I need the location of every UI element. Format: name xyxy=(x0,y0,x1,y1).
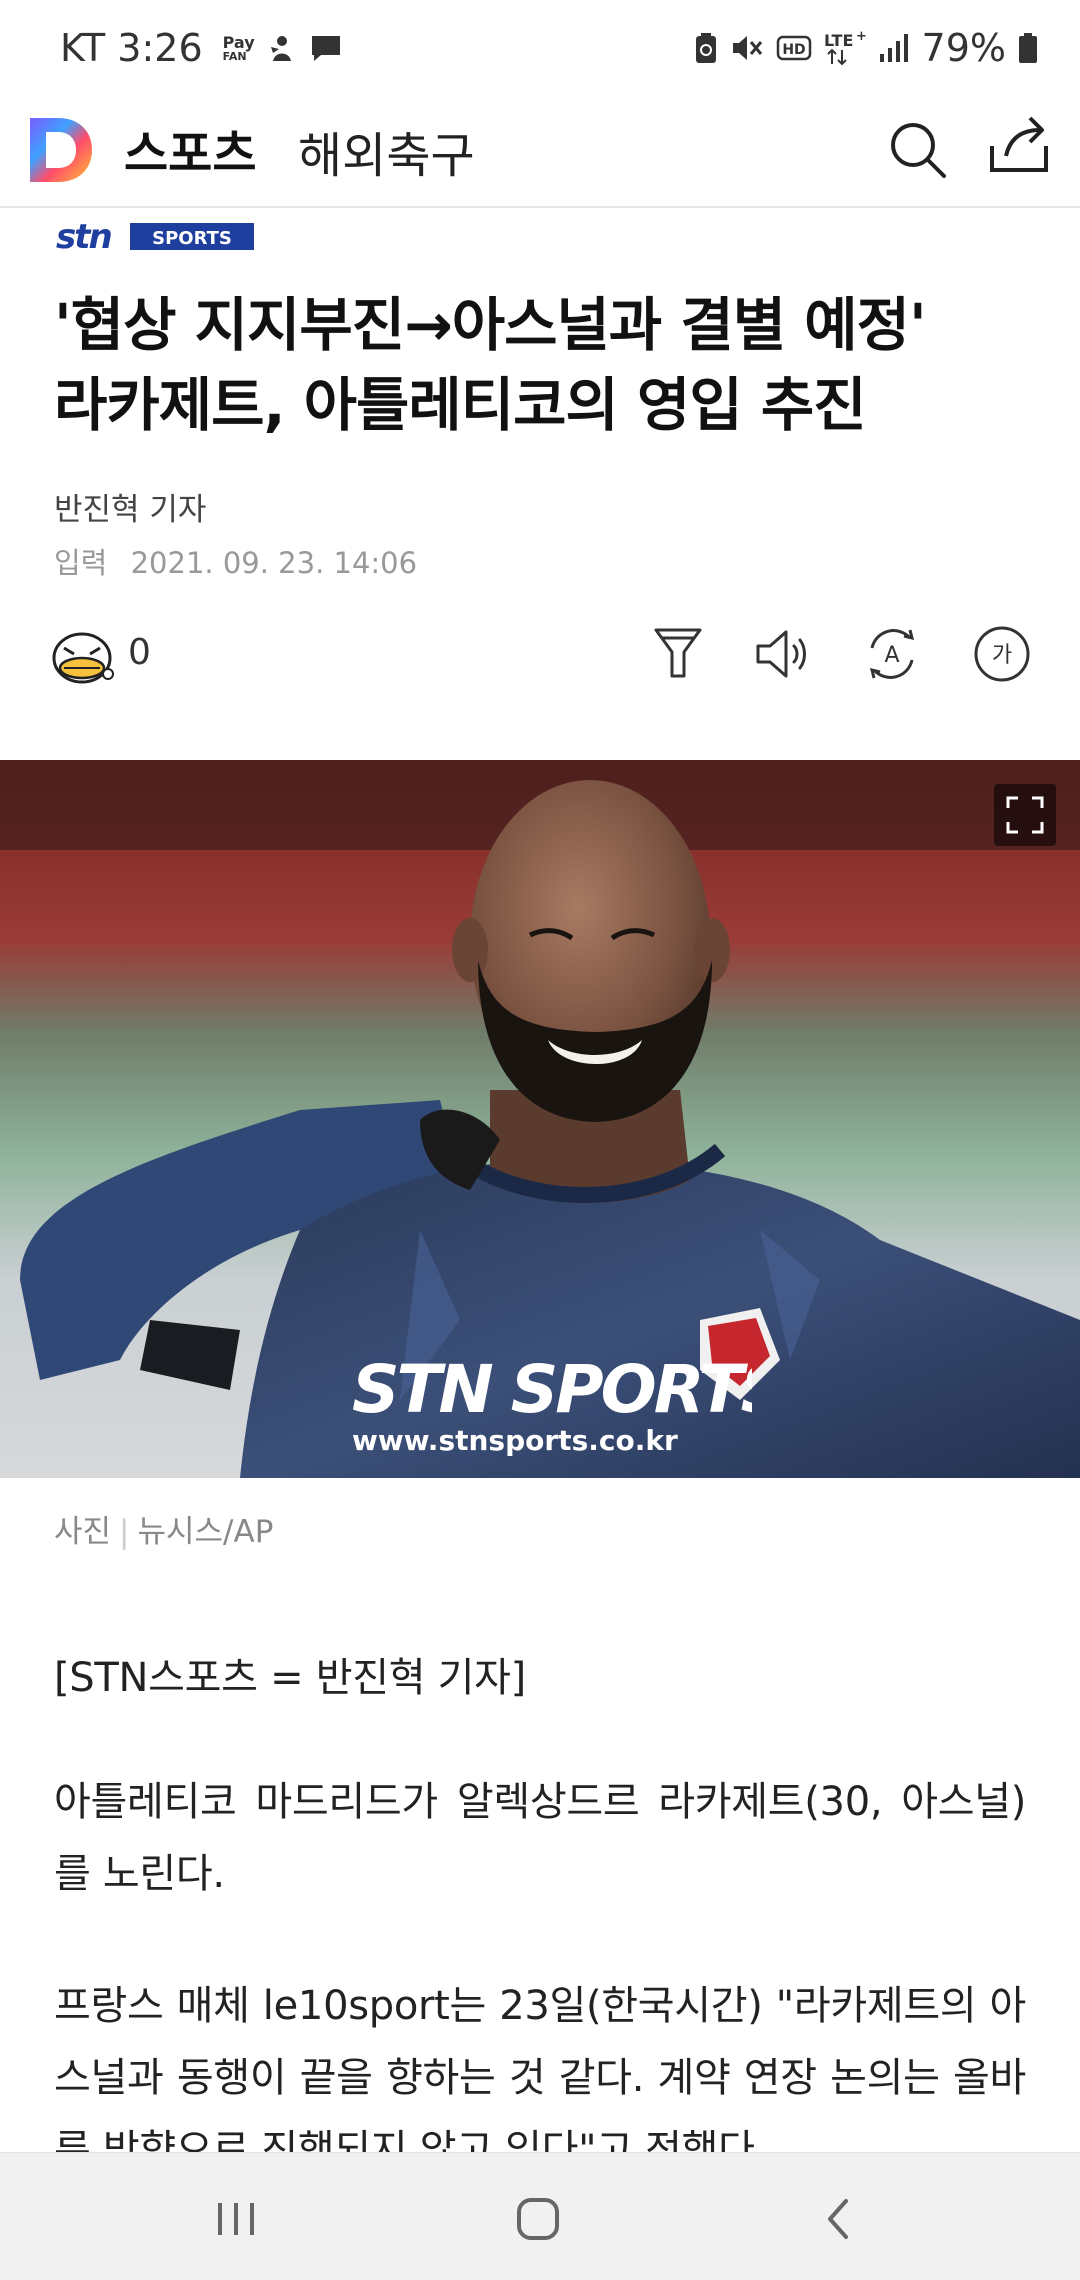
hd-voice-icon: HD xyxy=(776,35,811,61)
section-title[interactable]: 스포츠 xyxy=(124,114,256,184)
carrier: KT xyxy=(60,26,106,70)
status-right: HD LTE + 79% xyxy=(694,26,1038,70)
battery-percent: 79% xyxy=(921,26,1006,70)
svg-text:HD: HD xyxy=(782,42,805,58)
article-paragraph: [STN스포츠 = 반진혁 기자] xyxy=(54,1655,526,1701)
fullscreen-expand-icon[interactable] xyxy=(994,784,1056,846)
svg-text:A: A xyxy=(884,643,899,668)
article-paragraph: 아틀레티코 마드리드가 알렉상드르 라카제트(30, 아스널)를 노린다. xyxy=(54,1779,1026,1897)
publish-date: 입력 2021. 09. 23. 14:06 xyxy=(54,540,417,582)
system-navigation-bar xyxy=(0,2152,1080,2280)
reaction-count: 0 xyxy=(128,632,151,673)
caption-source: 뉴시스/AP xyxy=(137,1514,274,1550)
svg-text:stn: stn xyxy=(56,217,111,256)
carrier-time: KT 3:26 xyxy=(60,26,203,70)
photo-watermark: STN SPORTS www.stnsports.co.kr xyxy=(352,1351,752,1457)
date-label: 입력 xyxy=(54,546,108,580)
signal-bars-icon xyxy=(879,34,908,62)
recent-apps-icon[interactable] xyxy=(210,2193,262,2245)
svg-text:www.stnsports.co.kr: www.stnsports.co.kr xyxy=(352,1424,678,1457)
home-icon[interactable] xyxy=(512,2193,564,2245)
article-screen: KT 3:26 Pay FAN HD LTE + 79% 스포츠 해외축구 st… xyxy=(0,0,1080,2280)
recycle-battery-saver-icon xyxy=(695,33,716,63)
font-size-icon[interactable]: 가 xyxy=(972,624,1032,684)
summary-funnel-icon[interactable] xyxy=(648,624,708,684)
battery-icon xyxy=(1019,33,1037,63)
publisher-logo: stn SPORTS xyxy=(56,217,254,256)
mute-icon xyxy=(732,36,762,60)
article-title-line-1: '협상 지지부진→아스널과 결별 예정' xyxy=(54,291,927,359)
reaction-emoji-icon[interactable] xyxy=(50,628,116,688)
caption-label: 사진 xyxy=(54,1514,112,1550)
article-title-line-2: 라카제트, 아틀레티코의 영입 추진 xyxy=(54,371,867,439)
daum-logo[interactable] xyxy=(28,116,94,184)
svg-text:SPORTS: SPORTS xyxy=(152,228,232,249)
translate-icon[interactable]: A xyxy=(862,624,922,684)
svg-text:+: + xyxy=(856,30,866,44)
subsection-title[interactable]: 해외축구 xyxy=(298,116,475,186)
lte-plus-icon: LTE + xyxy=(824,30,866,66)
search-icon[interactable] xyxy=(886,118,950,182)
text-to-speech-icon[interactable] xyxy=(752,624,812,684)
status-left: KT 3:26 Pay FAN xyxy=(60,26,343,70)
status-bar: KT 3:26 Pay FAN HD LTE + 79% xyxy=(0,0,1080,104)
clock: 3:26 xyxy=(117,26,203,70)
svg-text:가: 가 xyxy=(992,643,1012,668)
back-icon[interactable] xyxy=(814,2193,866,2245)
svg-text:STN SPORTS: STN SPORTS xyxy=(352,1351,752,1428)
date-value: 2021. 09. 23. 14:06 xyxy=(130,546,418,580)
article-title: '협상 지지부진→아스널과 결별 예정' 라카제트, 아틀레티코의 영입 추진 xyxy=(54,285,1044,445)
app-header: 스포츠 해외축구 xyxy=(0,104,1080,208)
chat-bubble-icon xyxy=(311,36,340,61)
svg-text:LTE: LTE xyxy=(824,31,853,50)
share-icon[interactable] xyxy=(986,112,1052,178)
payfan-icon: Pay FAN xyxy=(222,32,255,63)
photo-caption: 사진 | 뉴시스/AP xyxy=(54,1514,274,1550)
reporter-name[interactable]: 반진혁 기자 xyxy=(54,484,206,529)
article-photo[interactable]: STN SPORTS www.stnsports.co.kr xyxy=(0,760,1080,1478)
tinkerbell-notification-icon xyxy=(270,36,291,61)
